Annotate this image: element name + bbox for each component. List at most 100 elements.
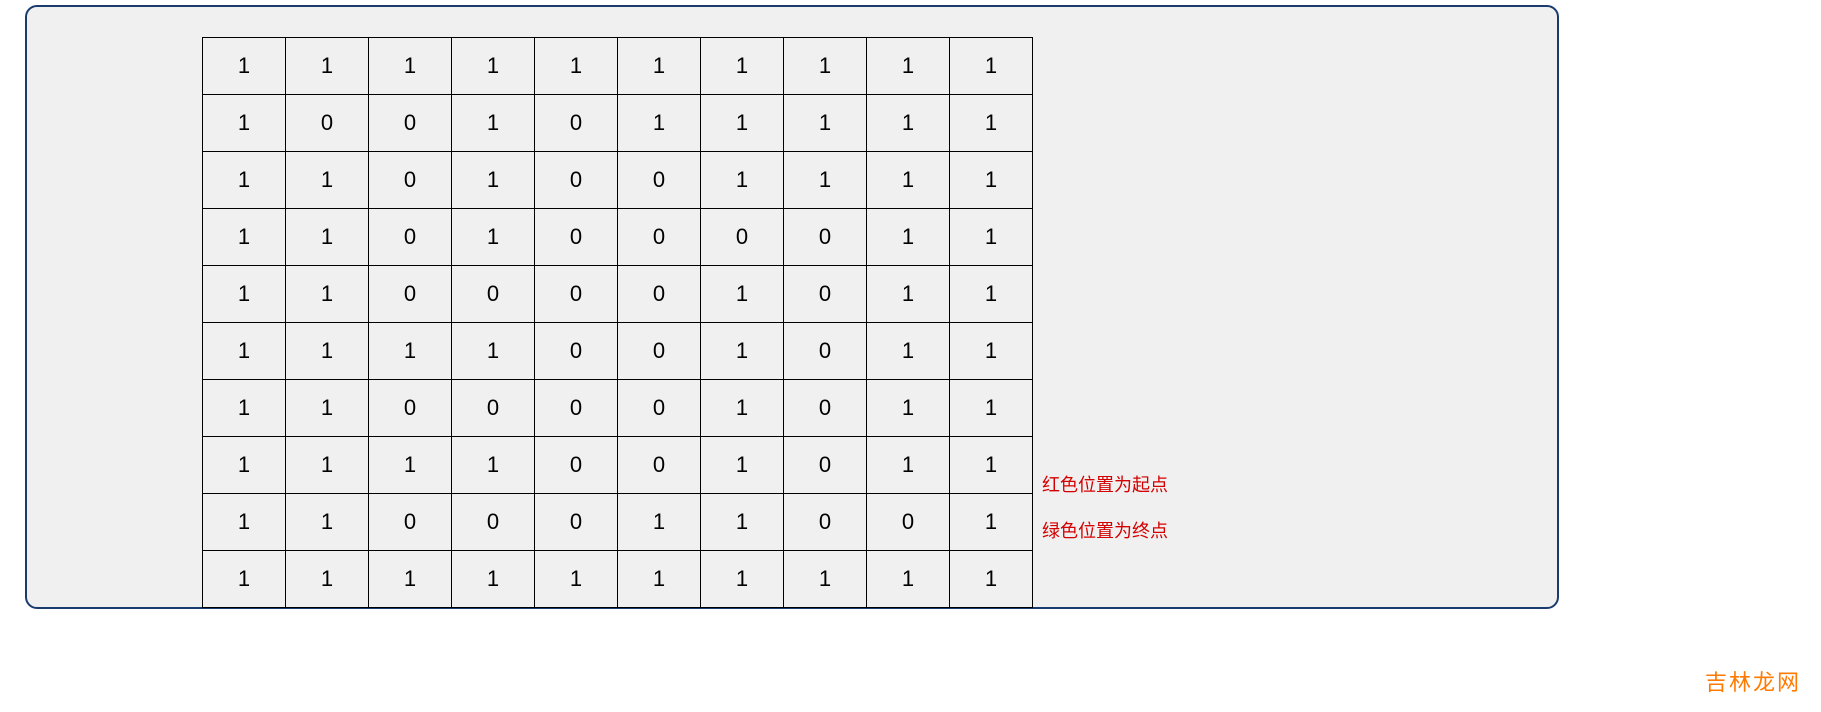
- grid-cell: 1: [867, 437, 950, 494]
- grid-cell: 0: [618, 437, 701, 494]
- grid-cell: 1: [452, 437, 535, 494]
- grid-row: 1100001011: [203, 266, 1033, 323]
- grid-cell: 1: [286, 551, 369, 608]
- grid-cell: 1: [950, 437, 1033, 494]
- grid-cell: 0: [369, 95, 452, 152]
- grid-cell: 1: [369, 323, 452, 380]
- grid-cell: 1: [535, 551, 618, 608]
- grid-cell: 1: [867, 209, 950, 266]
- grid-cell: 1: [369, 38, 452, 95]
- grid-cell: 1: [867, 551, 950, 608]
- grid-row: 1101000011: [203, 209, 1033, 266]
- grid-cell: 1: [618, 95, 701, 152]
- grid-cell: 1: [452, 551, 535, 608]
- grid-cell: 0: [784, 380, 867, 437]
- grid-cell: 0: [784, 323, 867, 380]
- grid-cell: 1: [203, 95, 286, 152]
- grid-cell: 1: [203, 266, 286, 323]
- grid-cell: 0: [535, 494, 618, 551]
- grid-row: 1111111111: [203, 551, 1033, 608]
- grid-cell: 1: [452, 323, 535, 380]
- grid-cell: 1: [867, 380, 950, 437]
- grid-row: 1100011001: [203, 494, 1033, 551]
- grid-cell: 1: [618, 494, 701, 551]
- grid-cell: 1: [535, 38, 618, 95]
- grid-row: 1001011111: [203, 95, 1033, 152]
- grid-cell: 1: [867, 95, 950, 152]
- grid-cell: 0: [618, 323, 701, 380]
- grid-cell: 1: [950, 380, 1033, 437]
- grid-cell: 1: [701, 95, 784, 152]
- grid-cell: 0: [369, 266, 452, 323]
- grid-cell: 1: [618, 38, 701, 95]
- grid-cell: 0: [535, 323, 618, 380]
- grid-cell: 1: [784, 95, 867, 152]
- grid-cell: 1: [867, 38, 950, 95]
- grid-cell: 1: [452, 209, 535, 266]
- legend-end: 绿色位置为终点: [1042, 508, 1168, 554]
- grid-row: 1100001011: [203, 380, 1033, 437]
- grid-cell: 0: [535, 209, 618, 266]
- grid-cell: 1: [203, 380, 286, 437]
- grid-cell: 1: [452, 95, 535, 152]
- grid-cell: 1: [286, 38, 369, 95]
- grid-cell: 0: [535, 152, 618, 209]
- grid-cell: 1: [701, 551, 784, 608]
- grid-cell: 1: [286, 380, 369, 437]
- grid-cell: 1: [286, 494, 369, 551]
- legend: 红色位置为起点 绿色位置为终点: [1042, 462, 1168, 554]
- grid-cell: 0: [784, 437, 867, 494]
- grid-cell: 0: [535, 266, 618, 323]
- grid-cell: 1: [286, 152, 369, 209]
- grid-cell: 1: [701, 323, 784, 380]
- grid-cell: 1: [203, 38, 286, 95]
- grid-cell: 1: [369, 437, 452, 494]
- legend-start: 红色位置为起点: [1042, 462, 1168, 508]
- grid-cell: 1: [701, 437, 784, 494]
- grid-cell: 1: [701, 494, 784, 551]
- grid-cell: 1: [203, 323, 286, 380]
- maze-panel: 1111111111100101111111010011111101000011…: [25, 5, 1559, 609]
- grid-row: 1111001011: [203, 437, 1033, 494]
- grid-cell: 0: [535, 95, 618, 152]
- grid-cell: 0: [784, 494, 867, 551]
- grid-cell: 1: [369, 551, 452, 608]
- grid-cell: 1: [867, 152, 950, 209]
- grid-cell: 0: [701, 209, 784, 266]
- grid-cell: 1: [950, 95, 1033, 152]
- grid-cell: 1: [452, 152, 535, 209]
- grid-cell: 0: [618, 209, 701, 266]
- grid-cell: 1: [950, 494, 1033, 551]
- grid-cell: 1: [867, 266, 950, 323]
- grid-cell: 0: [369, 494, 452, 551]
- grid-cell: 1: [701, 152, 784, 209]
- grid-cell: 1: [784, 551, 867, 608]
- grid-cell: 1: [286, 209, 369, 266]
- grid-cell: 1: [286, 437, 369, 494]
- grid-cell: 1: [286, 323, 369, 380]
- grid-cell: 1: [950, 551, 1033, 608]
- grid-cell: 1: [203, 551, 286, 608]
- grid-cell: 1: [452, 38, 535, 95]
- grid-cell: 0: [618, 266, 701, 323]
- grid-cell: 1: [950, 38, 1033, 95]
- maze-grid: 1111111111100101111111010011111101000011…: [202, 37, 1033, 608]
- grid-cell: 0: [784, 209, 867, 266]
- grid-cell: 1: [286, 266, 369, 323]
- grid-cell: 1: [950, 152, 1033, 209]
- watermark: 吉林龙网: [1705, 665, 1801, 697]
- grid-cell: 0: [618, 380, 701, 437]
- grid-cell: 1: [701, 266, 784, 323]
- grid-cell: 0: [369, 380, 452, 437]
- grid-cell: 1: [867, 323, 950, 380]
- grid-cell: 0: [867, 494, 950, 551]
- grid-cell: 1: [618, 551, 701, 608]
- grid-cell: 0: [369, 209, 452, 266]
- grid-cell: 0: [535, 437, 618, 494]
- grid-cell: 1: [784, 38, 867, 95]
- grid-cell: 0: [452, 494, 535, 551]
- grid-cell: 1: [784, 152, 867, 209]
- grid-cell: 0: [452, 380, 535, 437]
- grid-cell: 1: [950, 266, 1033, 323]
- grid-cell: 1: [950, 323, 1033, 380]
